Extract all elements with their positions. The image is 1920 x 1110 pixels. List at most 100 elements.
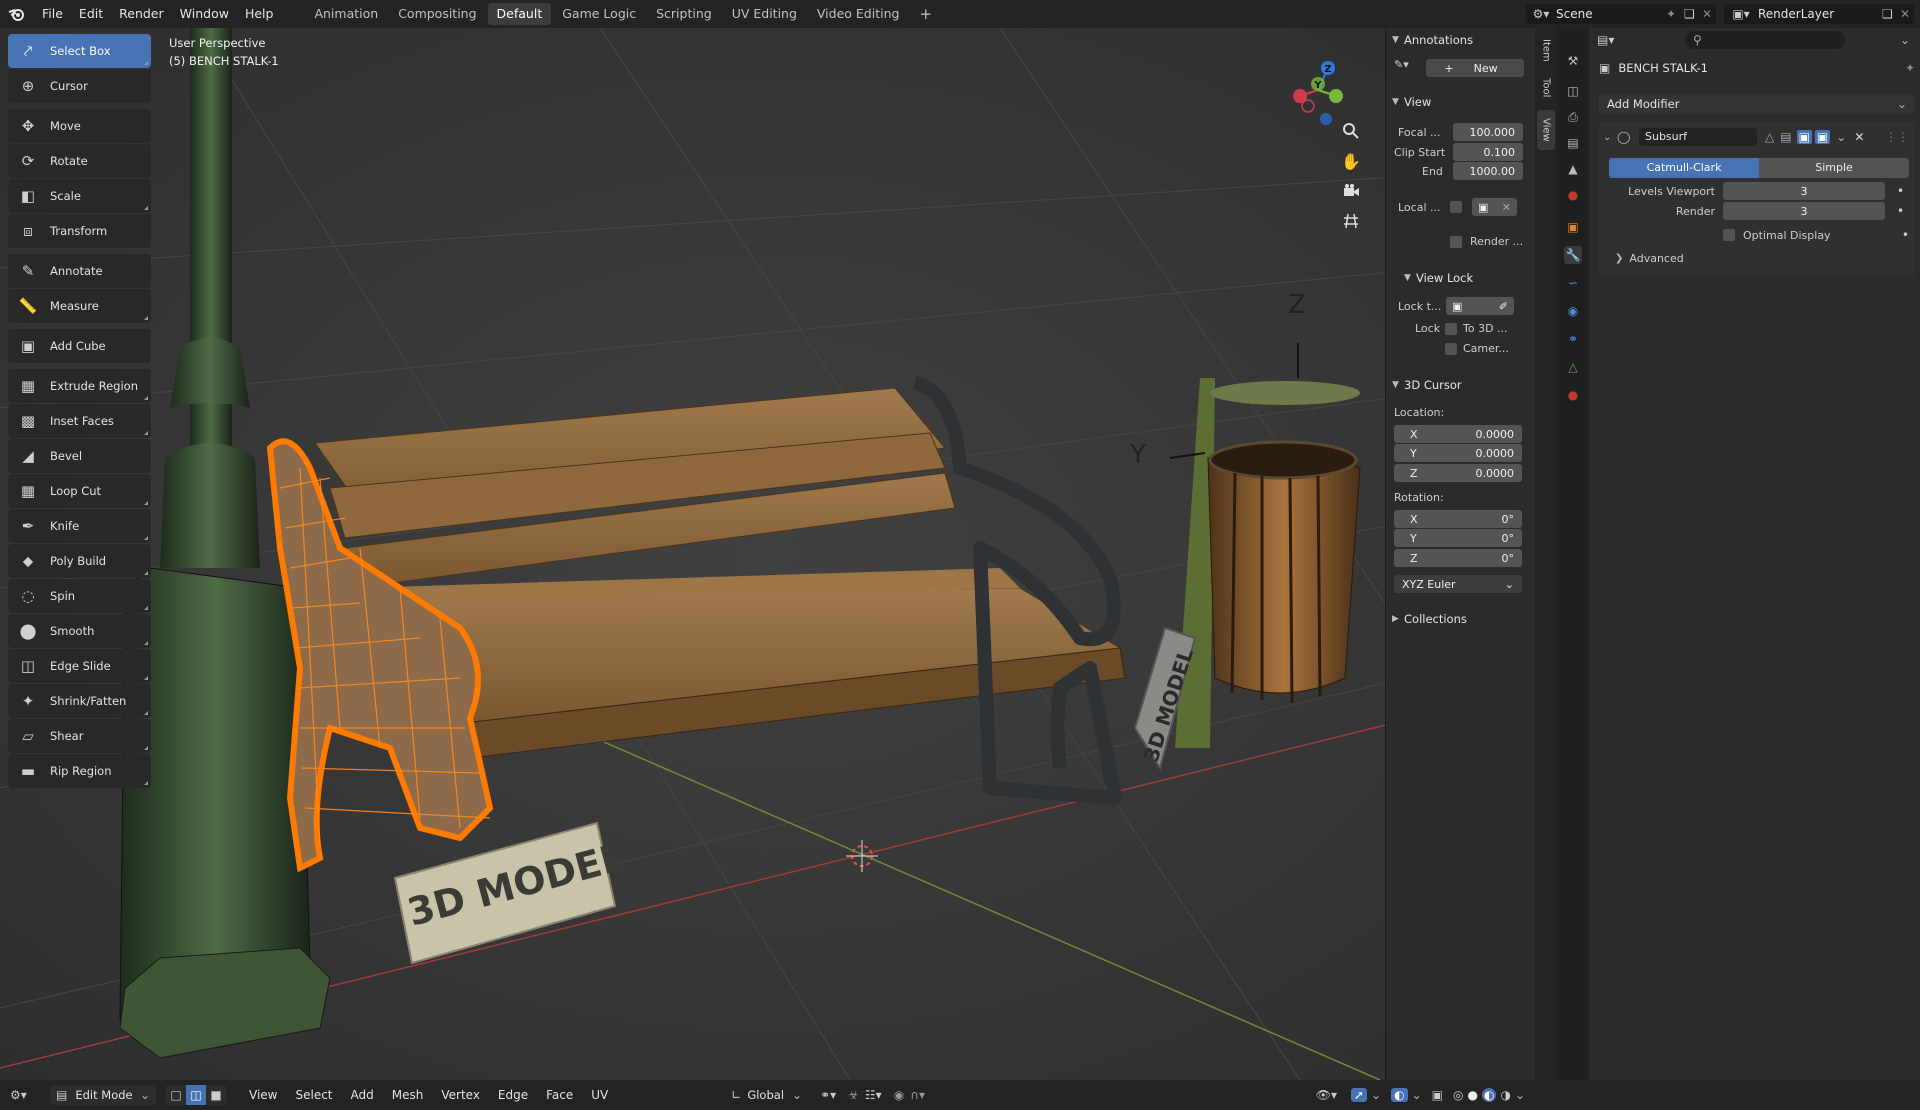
advanced-subpanel-header[interactable]: ❯ Advanced [1615, 252, 1684, 265]
world-properties-icon[interactable]: ● [1564, 186, 1582, 204]
visibility-icon[interactable]: 👁▾ [1316, 1088, 1337, 1102]
view-header[interactable]: ▼ View [1386, 90, 1536, 114]
annotations-header[interactable]: ▼ Annotations [1386, 28, 1536, 52]
tool-move[interactable]: ✥ Move [8, 109, 151, 143]
editor-type-icon[interactable]: ⚙▾ [10, 1088, 46, 1102]
pivot-point-icon[interactable]: ⚭▾ [820, 1088, 836, 1102]
add-modifier-button[interactable]: Add Modifier ⌄ [1599, 94, 1915, 114]
falloff-icon[interactable]: ∩▾ [910, 1088, 925, 1102]
tab-uv-editing[interactable]: UV Editing [723, 3, 806, 25]
render-toggle-icon[interactable]: ▣ [1814, 130, 1831, 144]
transform-orientation-dropdown[interactable]: ∟ Global ⌄ [727, 1085, 806, 1105]
tool-loop-cut[interactable]: ▦ Loop Cut [8, 474, 151, 508]
tool-edge-slide[interactable]: ◫ Edge Slide [8, 649, 151, 683]
overlays-options-icon[interactable]: ⌄ [1412, 1088, 1422, 1102]
tool-select-box[interactable]: ⤤ Select Box [8, 34, 151, 68]
object-name[interactable]: BENCH STALK-1 [1618, 61, 1708, 75]
edge-select-icon[interactable]: ◫ [186, 1085, 206, 1105]
object-data-icon[interactable]: △ [1564, 358, 1582, 376]
tool-measure[interactable]: 📏 Measure [8, 289, 151, 323]
drag-handle-icon[interactable]: ⋮⋮ [1885, 130, 1909, 144]
new-annotation-button[interactable]: + New [1426, 59, 1524, 77]
3d-cursor-header[interactable]: ▼ 3D Cursor [1386, 373, 1536, 397]
tool-inset[interactable]: ▩ Inset Faces [8, 404, 151, 438]
view-lock-header[interactable]: ▼ View Lock [1398, 266, 1536, 290]
tool-shrink-fatten[interactable]: ✦ Shrink/Fatten [8, 684, 151, 718]
cursor-location-z-field[interactable]: Z 0.0000 [1394, 464, 1522, 482]
focal-length-field[interactable]: 100.000 [1453, 123, 1523, 141]
scene-properties-icon[interactable]: ▲ [1564, 160, 1582, 178]
render-layer-selector[interactable]: ▣▾ RenderLayer ❏ ✕ [1724, 4, 1914, 24]
snap-target-icon[interactable]: ☷▾ [865, 1088, 882, 1102]
constraints-icon[interactable]: ⚭ [1564, 330, 1582, 348]
render-region-checkbox[interactable] [1450, 235, 1462, 248]
tool-poly-build[interactable]: ⬥ Poly Build [8, 544, 151, 578]
physics-icon[interactable]: ◉ [1564, 302, 1582, 320]
local-camera-field[interactable]: ▣ ✕ [1472, 198, 1517, 216]
levels-viewport-field[interactable]: 3 [1723, 182, 1885, 200]
particles-icon[interactable]: ∽ [1564, 274, 1582, 292]
pin-icon[interactable]: ✦ [1905, 61, 1915, 75]
face-select-icon[interactable]: ■ [206, 1085, 226, 1105]
simple-button[interactable]: Simple [1759, 158, 1909, 178]
view-layer-icon[interactable]: ▤ [1564, 134, 1582, 152]
modifier-menu-icon[interactable]: ⌄ [1836, 130, 1846, 144]
rotation-mode-dropdown[interactable]: XYZ Euler ⌄ [1394, 575, 1522, 593]
snap-toggle-icon[interactable]: ☣ [848, 1088, 859, 1102]
clip-end-field[interactable]: 1000.00 [1453, 162, 1523, 180]
local-camera-checkbox[interactable] [1450, 201, 1462, 213]
menu-select[interactable]: Select [286, 1088, 341, 1102]
tab-view[interactable]: View [1537, 110, 1555, 150]
new-layer-icon[interactable]: ❏ [1882, 7, 1900, 21]
keyframe-dot-icon[interactable]: • [1897, 204, 1904, 218]
new-scene-icon[interactable]: ❏ [1684, 7, 1702, 21]
viewport-toggle-icon[interactable]: ▣ [1796, 130, 1812, 144]
zoom-icon[interactable] [1338, 118, 1364, 144]
edit-mode-toggle-icon[interactable]: △ [1765, 130, 1774, 144]
vertex-select-icon[interactable]: □ [166, 1085, 186, 1105]
menu-window[interactable]: Window [172, 0, 237, 28]
gizmo-options-icon[interactable]: ⌄ [1371, 1088, 1381, 1102]
options-chevron-icon[interactable]: ⌄ [1900, 33, 1910, 47]
keyframe-dot-icon[interactable]: • [1897, 184, 1904, 198]
tool-rotate[interactable]: ⟳ Rotate [8, 144, 151, 178]
tool-knife[interactable]: ✒ Knife [8, 509, 151, 543]
cursor-rotation-z-field[interactable]: Z 0° [1394, 549, 1522, 567]
navigation-gizmo[interactable]: Z Y [1288, 60, 1348, 130]
tool-cursor[interactable]: ⊕ Cursor [8, 69, 151, 103]
modifier-name-field[interactable]: Subsurf [1639, 128, 1757, 146]
tab-item[interactable]: Item [1537, 34, 1555, 66]
menu-mesh[interactable]: Mesh [383, 1088, 433, 1102]
tab-video-editing[interactable]: Video Editing [808, 3, 909, 25]
render-levels-field[interactable]: 3 [1723, 202, 1885, 220]
menu-view[interactable]: View [240, 1088, 286, 1102]
menu-edge[interactable]: Edge [489, 1088, 537, 1102]
menu-uv[interactable]: UV [582, 1088, 617, 1102]
tool-settings-icon[interactable]: ⚒ [1564, 52, 1582, 70]
cursor-location-y-field[interactable]: Y 0.0000 [1394, 444, 1522, 462]
tool-transform[interactable]: ⧈ Transform [8, 214, 151, 248]
delete-scene-icon[interactable]: ✕ [1702, 7, 1716, 21]
tool-annotate[interactable]: ✎ Annotate [8, 254, 151, 288]
menu-add[interactable]: Add [342, 1088, 383, 1102]
tool-add-cube[interactable]: ▣ Add Cube [8, 329, 151, 363]
wireframe-shading-icon[interactable]: ◎ [1453, 1088, 1463, 1102]
tool-smooth[interactable]: ⬤ Smooth [8, 614, 151, 648]
tool-scale[interactable]: ◧ Scale [8, 179, 151, 213]
camera-view-icon[interactable] [1338, 178, 1364, 204]
search-field[interactable]: ⚲ [1685, 31, 1845, 49]
ortho-grid-icon[interactable] [1338, 208, 1364, 234]
cursor-rotation-y-field[interactable]: Y 0° [1394, 529, 1522, 547]
collections-header[interactable]: ▶ Collections [1386, 607, 1536, 631]
tab-default[interactable]: Default [487, 3, 552, 25]
render-properties-icon[interactable]: ◫ [1564, 82, 1582, 100]
xray-toggle-icon[interactable]: ▣ [1432, 1088, 1443, 1102]
catmull-clark-button[interactable]: Catmull-Clark [1609, 158, 1759, 178]
gizmo-toggle-icon[interactable]: ➚ [1350, 1088, 1368, 1102]
tab-game-logic[interactable]: Game Logic [553, 3, 645, 25]
menu-file[interactable]: File [34, 0, 71, 28]
clip-start-field[interactable]: 0.100 [1453, 143, 1523, 161]
tool-spin[interactable]: ◌ Spin [8, 579, 151, 613]
lock-to-object-field[interactable]: ▣ ✐ [1446, 297, 1514, 315]
material-icon[interactable]: ● [1564, 386, 1582, 404]
